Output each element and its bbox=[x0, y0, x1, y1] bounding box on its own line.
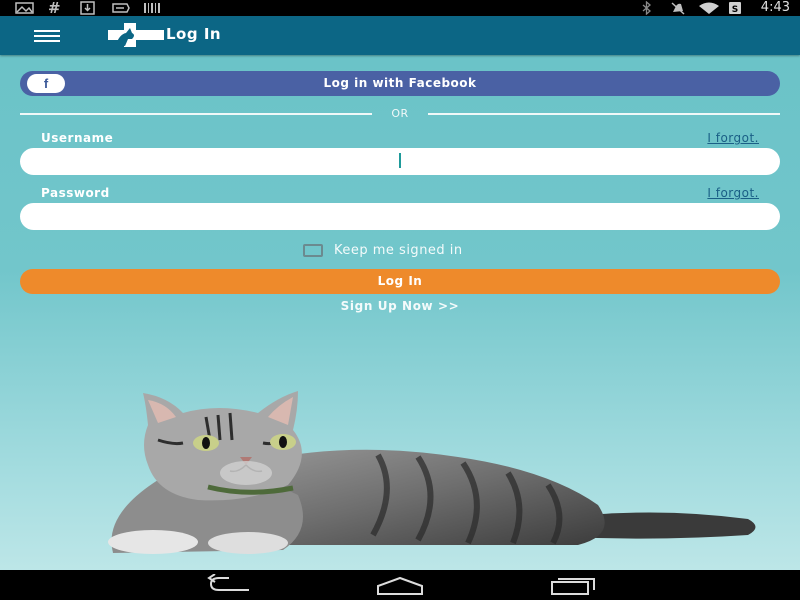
battery-icon: S bbox=[729, 2, 741, 15]
wifi-icon bbox=[699, 2, 719, 14]
forgot-username-link[interactable]: I forgot. bbox=[707, 131, 759, 145]
username-label: Username bbox=[41, 131, 114, 145]
navigation-bar bbox=[0, 570, 800, 600]
login-button[interactable]: Log In bbox=[20, 269, 780, 294]
keep-signed-in-label[interactable]: Keep me signed in bbox=[334, 243, 463, 258]
or-divider-text: OR bbox=[391, 107, 409, 120]
mute-icon bbox=[671, 2, 685, 15]
login-button-label: Log In bbox=[377, 274, 423, 288]
sign-up-link[interactable]: Sign Up Now >> bbox=[0, 299, 800, 313]
home-icon[interactable] bbox=[375, 574, 425, 596]
clock-time: 4:43 bbox=[760, 0, 790, 15]
app-bar: Log In bbox=[0, 16, 800, 55]
download-icon bbox=[80, 1, 95, 15]
direction-icon bbox=[112, 3, 130, 13]
facebook-login-button[interactable]: f Log in with Facebook bbox=[20, 71, 780, 96]
text-cursor bbox=[399, 153, 401, 168]
svg-text:S: S bbox=[732, 5, 738, 15]
hash-icon: # bbox=[48, 0, 61, 17]
hamburger-menu-icon[interactable] bbox=[34, 28, 62, 44]
divider-line-right bbox=[428, 113, 780, 115]
bluetooth-icon bbox=[642, 1, 651, 15]
gallery-icon bbox=[15, 2, 34, 14]
recents-icon[interactable] bbox=[548, 574, 598, 596]
page-title: Log In bbox=[166, 25, 222, 43]
password-label: Password bbox=[41, 186, 110, 200]
password-input[interactable] bbox=[20, 203, 780, 230]
divider-line-left bbox=[20, 113, 372, 115]
facebook-login-label: Log in with Facebook bbox=[323, 76, 477, 90]
barcode-icon bbox=[144, 3, 160, 13]
back-icon[interactable] bbox=[205, 574, 255, 596]
forgot-password-link[interactable]: I forgot. bbox=[707, 186, 759, 200]
status-bar: # S 4:43 bbox=[0, 0, 800, 16]
vet-cross-logo-icon bbox=[108, 23, 164, 47]
keep-signed-in-checkbox[interactable] bbox=[303, 244, 323, 257]
cat-image bbox=[108, 391, 756, 554]
